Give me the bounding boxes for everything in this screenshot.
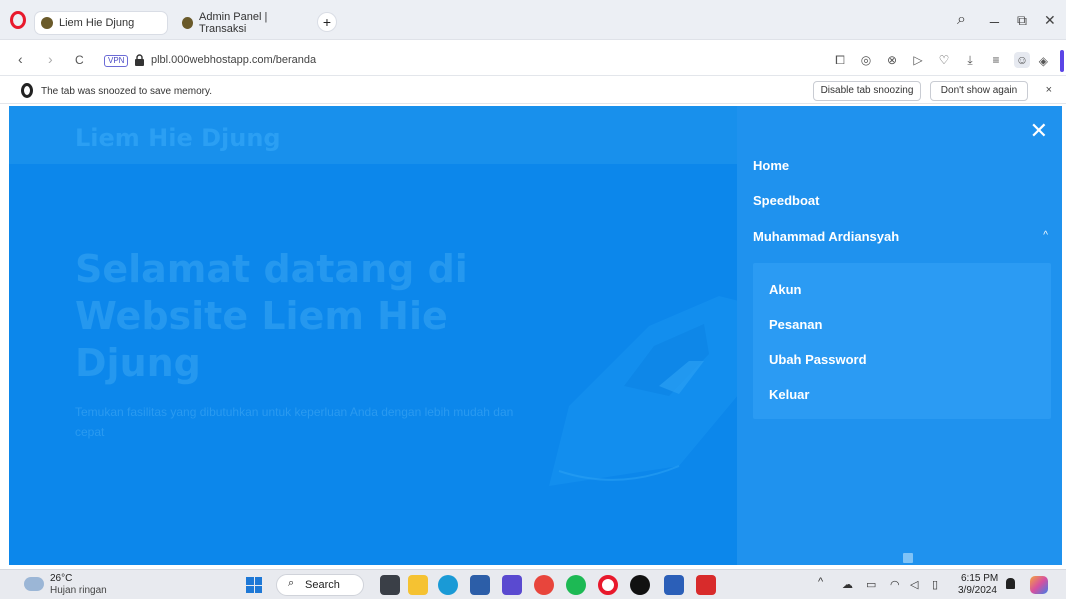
close-window-icon[interactable]: ✕ <box>1044 12 1056 29</box>
hero-description: Temukan fasilitas yang dibutuhkan untuk … <box>75 405 514 439</box>
vpn-badge[interactable]: VPN <box>104 55 129 67</box>
minimize-icon[interactable]: _ <box>990 7 999 25</box>
profile-icon[interactable]: ☺ <box>1014 52 1030 68</box>
sidebar-accent <box>1060 50 1064 72</box>
reload-icon[interactable]: C <box>75 53 84 67</box>
infobar-close-icon[interactable]: × <box>1046 84 1052 96</box>
site-favicon-icon <box>41 17 53 29</box>
extensions-icon[interactable]: ◈ <box>1039 54 1048 68</box>
weather-description[interactable]: Hujan ringan <box>50 585 107 596</box>
url-field[interactable]: plbl.000webhostapp.com/beranda <box>151 54 316 66</box>
heart-icon[interactable]: ♡ <box>936 52 952 68</box>
clock-date[interactable]: 3/9/2024 <box>958 585 997 596</box>
copilot-icon[interactable] <box>1030 576 1048 594</box>
user-submenu: Akun Pesanan Ubah Password Keluar <box>753 263 1051 419</box>
hero-title: Selamat datang di Website Liem Hie Djung <box>75 247 468 385</box>
weather-cloud-icon[interactable] <box>24 577 44 591</box>
address-bar: ‹ › C VPN plbl.000webhostapp.com/beranda… <box>0 46 1066 76</box>
editor-icon[interactable] <box>502 575 522 595</box>
shield-icon[interactable]: ⊗ <box>884 52 900 68</box>
tab-title: Liem Hie Djung <box>59 17 135 29</box>
opera-logo-icon[interactable] <box>10 11 26 29</box>
tab-liem-hie-djung[interactable]: Liem Hie Djung <box>35 12 167 34</box>
side-drawer: ✕ Home Speedboat Muhammad Ardiansyah ^ A… <box>737 106 1062 565</box>
site-title[interactable]: Liem Hie Djung <box>75 124 281 152</box>
spotify-icon[interactable] <box>566 575 586 595</box>
chrome-icon[interactable] <box>534 575 554 595</box>
tray-chevron-icon[interactable]: ^ <box>818 576 823 588</box>
lock-icon[interactable] <box>135 54 144 66</box>
forward-icon[interactable]: › <box>48 51 53 67</box>
nav-speedboat[interactable]: Speedboat <box>753 193 819 208</box>
tiktok-icon[interactable] <box>630 575 650 595</box>
volume-icon[interactable]: ◁ <box>910 578 918 591</box>
onedrive-icon[interactable]: ☁ <box>842 578 853 591</box>
back-icon[interactable]: ‹ <box>18 51 23 67</box>
browser-toolbar: ⧠ ◎ ⊗ ▷ ♡ ⤓ ≡ ☺ <box>832 52 1030 68</box>
word-icon[interactable] <box>664 575 684 595</box>
opera-logo-icon <box>21 83 33 98</box>
clock-time[interactable]: 6:15 PM <box>961 573 998 584</box>
dont-show-again-button[interactable]: Don't show again <box>930 81 1028 101</box>
menu-icon[interactable]: ≡ <box>988 52 1004 68</box>
keyboard-icon[interactable]: ▭ <box>866 578 876 591</box>
tab-admin-panel[interactable]: Admin Panel | Transaksi <box>176 11 308 35</box>
snooze-infobar: The tab was snoozed to save memory. Disa… <box>0 78 1066 104</box>
tab-title: Admin Panel | Transaksi <box>199 11 268 35</box>
acrobat-icon[interactable] <box>696 575 716 595</box>
camera-icon[interactable]: ◎ <box>858 52 874 68</box>
snapshot-icon[interactable]: ⧠ <box>832 52 848 68</box>
windows-taskbar: 26°C Hujan ringan Search ⌕ ^ ☁ ▭ ◠ ◁ ▯ 6… <box>0 569 1066 599</box>
battery-icon[interactable]: ▯ <box>932 578 938 591</box>
web-page: Liem Hie Djung Selamat datang di Website… <box>9 106 1062 565</box>
submenu-akun[interactable]: Akun <box>769 282 802 297</box>
disable-snoozing-button[interactable]: Disable tab snoozing <box>813 81 921 101</box>
close-drawer-icon[interactable]: ✕ <box>1030 120 1048 142</box>
restore-icon[interactable]: ⧉ <box>1017 12 1027 29</box>
folder-icon[interactable] <box>408 575 428 595</box>
site-favicon-icon <box>182 17 194 29</box>
download-icon[interactable]: ⤓ <box>962 52 978 68</box>
task-view-icon[interactable] <box>380 575 400 595</box>
search-icon: ⌕ <box>288 577 295 589</box>
play-icon[interactable]: ▷ <box>910 52 926 68</box>
nav-user-menu[interactable]: Muhammad Ardiansyah <box>753 229 899 244</box>
edge-icon[interactable] <box>438 575 458 595</box>
start-icon[interactable] <box>246 577 262 593</box>
submenu-keluar[interactable]: Keluar <box>769 387 809 402</box>
submenu-pesanan[interactable]: Pesanan <box>769 317 822 332</box>
broken-image-icon <box>903 553 913 563</box>
nav-home[interactable]: Home <box>753 158 789 173</box>
tab-search-icon[interactable]: ⌕ <box>957 11 966 29</box>
infobar-message: The tab was snoozed to save memory. <box>41 86 213 97</box>
chevron-up-icon[interactable]: ^ <box>1043 230 1048 241</box>
store-icon[interactable] <box>470 575 490 595</box>
screen: Liem Hie Djung Admin Panel | Transaksi +… <box>0 0 1066 599</box>
new-tab-button[interactable]: + <box>318 13 336 31</box>
speedboat-illustration <box>549 296 759 486</box>
opera-icon[interactable] <box>598 575 618 595</box>
wifi-icon[interactable]: ◠ <box>890 578 900 591</box>
submenu-ubah-password[interactable]: Ubah Password <box>769 352 867 367</box>
browser-tab-strip: Liem Hie Djung Admin Panel | Transaksi +… <box>0 0 1066 40</box>
notification-bell-icon[interactable] <box>1006 578 1015 589</box>
weather-temperature[interactable]: 26°C <box>50 573 72 584</box>
